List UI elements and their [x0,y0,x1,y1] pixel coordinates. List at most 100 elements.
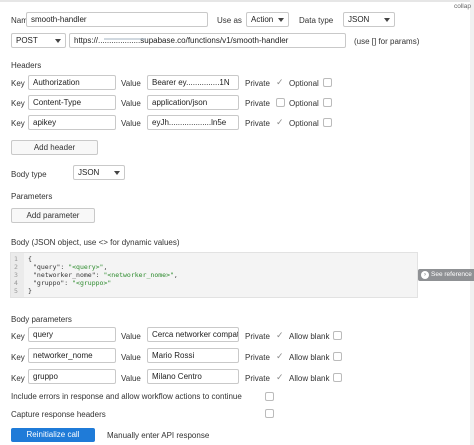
allow-blank-checkbox[interactable] [333,331,342,340]
data-type-select[interactable]: JSON [343,12,395,27]
param-private-label: Private [245,374,270,383]
code-line: } [28,287,32,295]
private-check-icon[interactable]: ✓ [276,352,284,361]
chevron-down-icon [384,18,390,22]
body-section-title: Body (JSON object, use <> for dynamic va… [11,238,180,247]
optional-checkbox[interactable] [323,78,332,87]
line-number: 1 [14,255,18,263]
param-key-label: Key [11,332,25,341]
collapse-link[interactable]: collap [454,1,471,12]
allow-blank-checkbox[interactable] [333,352,342,361]
param-key-input[interactable]: networker_nome [28,348,116,363]
url-params-hint: (use [] for params) [354,37,420,46]
code-placeholder: "<networker_nome>" [103,271,174,279]
body-type-value: JSON [78,168,100,177]
param-value-input[interactable]: Cerca networker compati [147,327,239,342]
capture-headers-label: Capture response headers [11,410,106,419]
reinitialize-call-button[interactable]: Reinitialize call [11,428,95,442]
header-key-label: Key [11,99,25,108]
private-checkbox[interactable] [276,98,285,107]
url-input[interactable]: https://...................supabase.co/f… [69,33,346,48]
top-border [0,0,474,2]
data-type-label: Data type [299,16,334,25]
optional-checkbox[interactable] [323,118,332,127]
chevron-down-icon [278,18,284,22]
line-number: 5 [14,287,18,295]
header-key-input[interactable]: Content-Type [28,95,116,110]
param-value-input[interactable]: Milano Centro [147,369,239,384]
arrow-right-icon: › [421,271,429,279]
code-line: "gruppo": "<gruppo>" [33,279,111,287]
header-private-label: Private [245,79,270,88]
line-number: 4 [14,279,18,287]
use-as-label: Use as [217,16,242,25]
code-punct: , [103,263,108,271]
name-input[interactable]: smooth-handler [26,12,208,27]
header-value-label: Value [121,99,141,108]
see-reference-button[interactable]: › See reference [418,269,474,281]
add-parameter-button[interactable]: Add parameter [11,208,95,223]
header-value-label: Value [121,79,141,88]
header-value-label: Value [121,119,141,128]
method-select[interactable]: POST [11,33,66,48]
code-placeholder: "<gruppo>" [72,279,112,287]
add-header-button[interactable]: Add header [11,140,98,155]
manual-api-response-link[interactable]: Manually enter API response [107,430,209,441]
use-as-select[interactable]: Action [246,12,289,27]
private-check-icon[interactable]: ✓ [276,118,284,127]
include-errors-checkbox[interactable] [265,392,274,401]
header-private-label: Private [245,119,270,128]
header-value-input[interactable]: application/json [147,95,239,110]
parameters-section-title: Parameters [11,192,53,201]
header-key-input[interactable]: Authorization [28,75,116,90]
code-line: { [28,255,32,263]
code-brace: } [28,287,32,295]
header-key-input[interactable]: apikey [28,115,116,130]
optional-checkbox[interactable] [323,98,332,107]
include-errors-label: Include errors in response and allow wor… [11,392,242,401]
body-json-editor[interactable]: 1 2 3 4 5 { "query": "<query>", "network… [10,252,418,298]
header-optional-label: Optional [289,79,319,88]
header-optional-label: Optional [289,119,319,128]
private-check-icon[interactable]: ✓ [276,373,284,382]
body-type-label: Body type [11,170,47,179]
code-key: "gruppo": [33,279,73,287]
private-check-icon[interactable]: ✓ [276,331,284,340]
allow-blank-checkbox[interactable] [333,373,342,382]
param-allow-blank-label: Allow blank [289,353,330,362]
param-key-input[interactable]: query [28,327,116,342]
param-private-label: Private [245,353,270,362]
code-key: "query": [33,263,69,271]
code-placeholder: "<query>" [68,263,104,271]
body-type-select[interactable]: JSON [73,165,125,180]
line-number: 2 [14,263,18,271]
body-parameters-section-title: Body parameters [11,315,72,324]
code-line: "query": "<query>", [33,263,107,271]
header-optional-label: Optional [289,99,319,108]
param-private-label: Private [245,332,270,341]
code-key: "networker_nome": [33,271,104,279]
header-value-input[interactable]: eyJh...................ln5e [147,115,239,130]
param-key-input[interactable]: gruppo [28,369,116,384]
headers-section-title: Headers [11,61,42,70]
header-value-input[interactable]: Bearer ey...............1N [147,75,239,90]
header-key-label: Key [11,79,25,88]
data-type-value: JSON [348,15,370,24]
param-allow-blank-label: Allow blank [289,374,330,383]
capture-headers-checkbox[interactable] [265,409,274,418]
method-value: POST [16,36,38,45]
line-number: 3 [14,271,18,279]
param-key-label: Key [11,353,25,362]
param-key-label: Key [11,374,25,383]
param-value-label: Value [121,332,141,341]
see-reference-label: See reference [431,271,472,278]
param-value-label: Value [121,374,141,383]
code-brace: { [28,255,32,263]
use-as-value: Action [251,15,274,24]
right-edge-panel [470,0,474,445]
private-check-icon[interactable]: ✓ [276,78,284,87]
code-line: "networker_nome": "<networker_nome>", [33,271,178,279]
param-value-input[interactable]: Mario Rossi [147,348,239,363]
header-key-label: Key [11,119,25,128]
chevron-down-icon [114,171,120,175]
